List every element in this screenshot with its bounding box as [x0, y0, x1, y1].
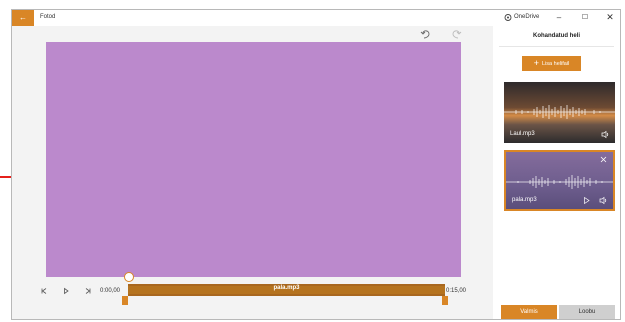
close-window-button[interactable]: ✕ — [603, 12, 617, 23]
close-icon: ✕ — [606, 12, 614, 22]
audio-file-name: Laul.mp3 — [510, 131, 535, 137]
audio-file-card[interactable]: Laul.mp3 — [504, 82, 615, 143]
onedrive-label[interactable]: OneDrive — [514, 14, 539, 20]
waveform-icon — [504, 105, 615, 119]
add-audio-file-button[interactable]: + Lisa helifail — [522, 56, 581, 71]
video-preview — [46, 42, 461, 277]
time-start: 0:00,00 — [100, 288, 121, 294]
panel-title: Kohandatud heli — [533, 33, 580, 39]
back-button[interactable]: ← — [12, 10, 34, 26]
maximize-button[interactable]: ☐ — [578, 12, 592, 23]
undo-icon[interactable] — [419, 27, 433, 41]
audio-file-name: pala.mp3 — [512, 197, 537, 203]
plus-icon: + — [533, 58, 540, 68]
title-bar: ← Fotod OneDrive – ☐ ✕ — [12, 10, 620, 26]
volume-icon[interactable] — [601, 130, 610, 139]
cancel-button[interactable]: Loobu — [559, 305, 615, 319]
minimize-button[interactable]: – — [552, 12, 566, 23]
onedrive-icon — [504, 14, 512, 21]
close-icon[interactable] — [599, 155, 608, 164]
waveform-icon — [506, 175, 613, 189]
previous-frame-icon[interactable] — [40, 287, 48, 295]
maximize-icon: ☐ — [581, 14, 589, 21]
app-title: Fotod — [40, 14, 56, 20]
time-end: 0:15,00 — [446, 288, 467, 294]
audio-track[interactable]: pala.mp3 — [128, 284, 445, 296]
audio-file-card-selected[interactable]: pala.mp3 — [504, 150, 615, 211]
photos-window: ← Fotod OneDrive – ☐ ✕ 0:00,00 0:15,00 p… — [11, 9, 621, 320]
play-icon[interactable] — [582, 196, 591, 205]
minimize-icon: – — [556, 13, 562, 22]
next-frame-icon[interactable] — [84, 287, 92, 295]
volume-icon[interactable] — [599, 196, 608, 205]
back-arrow-icon: ← — [19, 13, 27, 22]
audio-track-label: pala.mp3 — [273, 285, 300, 291]
left-edge-marker — [0, 176, 11, 178]
trim-handle-start[interactable] — [122, 296, 128, 305]
trim-handle-end[interactable] — [442, 296, 448, 305]
custom-audio-panel: Kohandatud heli + Lisa helifail Laul.mp3… — [493, 26, 620, 319]
playhead-scrubber[interactable] — [124, 272, 134, 282]
add-audio-file-label: Lisa helifail — [542, 61, 570, 67]
redo-icon[interactable] — [449, 27, 463, 41]
done-button[interactable]: Valmis — [501, 305, 557, 319]
play-icon[interactable] — [62, 287, 70, 295]
panel-divider — [499, 46, 614, 47]
